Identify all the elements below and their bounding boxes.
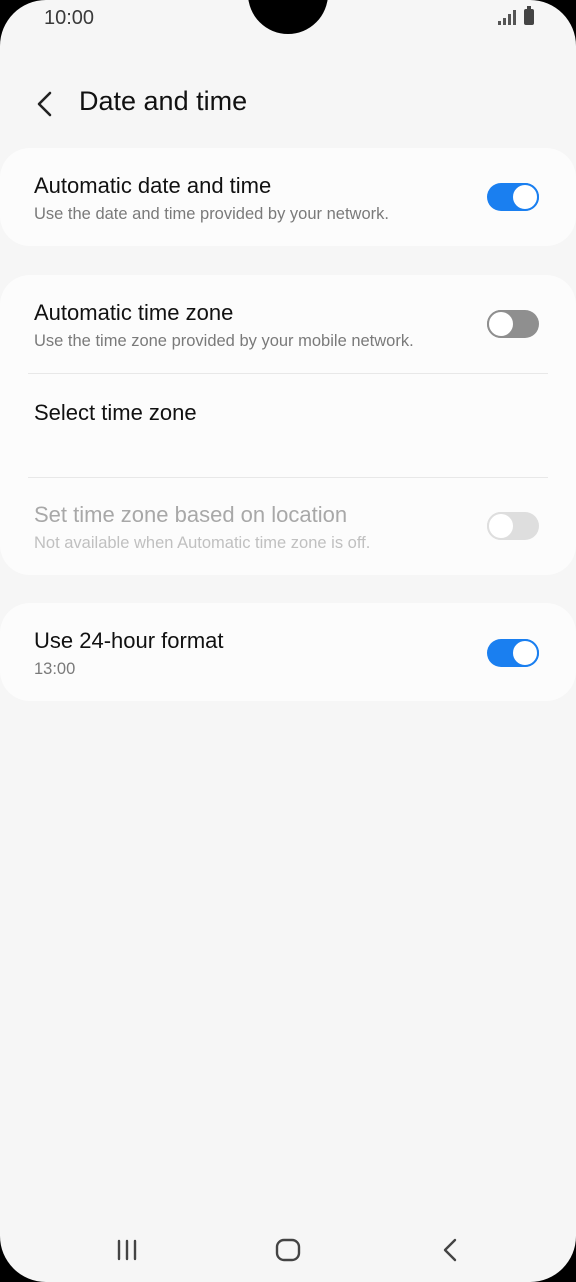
auto-date-time-subtitle: Use the date and time provided by your n… [34,205,389,223]
auto-time-zone-subtitle: Use the time zone provided by your mobil… [34,332,414,350]
toggle-knob [487,310,515,338]
location-time-zone-subtitle: Not available when Automatic time zone i… [34,534,371,552]
auto-time-zone-title: Automatic time zone [34,300,234,325]
home-icon[interactable] [258,1222,318,1278]
toggle-knob [511,183,539,211]
app-header: Date and time [0,82,576,128]
toggle-knob [487,512,515,540]
chevron-left-icon[interactable] [30,86,60,122]
auto-time-zone-toggle[interactable] [487,310,539,338]
use-24-hour-subtitle: 13:00 [34,660,76,678]
back-icon[interactable] [420,1222,480,1278]
settings-card-format: Use 24-hour format 13:00 [0,603,576,701]
status-bar: 10:00 [0,0,576,40]
navigation-bar [0,1222,576,1278]
auto-date-time-toggle[interactable] [487,183,539,211]
location-time-zone-row: Set time zone based on location Not avai… [0,477,576,575]
select-time-zone-row[interactable]: Select time zone [0,373,576,477]
camera-notch [248,0,328,34]
status-time: 10:00 [44,7,95,29]
auto-date-time-title: Automatic date and time [34,173,272,198]
status-icons [498,6,534,25]
location-time-zone-toggle [487,512,539,540]
page-title: Date and time [79,86,248,116]
settings-card-timezone: Automatic time zone Use the time zone pr… [0,275,576,575]
location-time-zone-title: Set time zone based on location [34,502,348,527]
use-24-hour-title: Use 24-hour format [34,628,224,653]
recent-apps-icon[interactable] [97,1222,157,1278]
select-time-zone-title: Select time zone [34,400,197,425]
signal-icon [498,9,516,25]
phone-screen: 10:00 Date and time Automatic date and t… [0,0,576,1282]
battery-icon [524,6,534,25]
use-24-hour-row[interactable]: Use 24-hour format 13:00 [0,603,576,701]
use-24-hour-toggle[interactable] [487,639,539,667]
auto-date-time-row[interactable]: Automatic date and time Use the date and… [0,148,576,246]
settings-card-date: Automatic date and time Use the date and… [0,148,576,246]
auto-time-zone-row[interactable]: Automatic time zone Use the time zone pr… [0,275,576,373]
toggle-knob [511,639,539,667]
